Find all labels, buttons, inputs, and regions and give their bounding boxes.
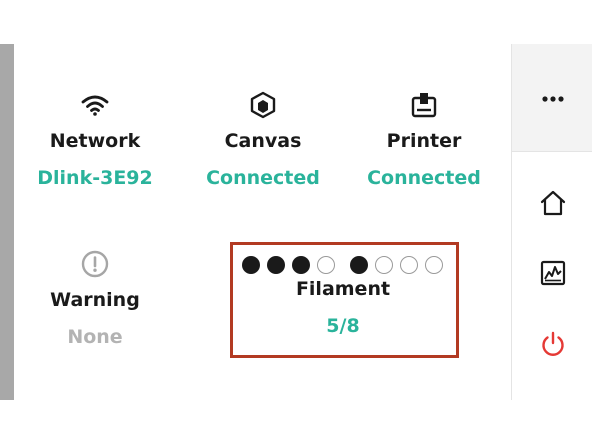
warning-value: None (67, 326, 123, 348)
power-button[interactable] (512, 323, 592, 369)
wifi-icon (15, 90, 175, 120)
status-panel: Network Dlink-3E92 Canvas Connected Prin… (14, 44, 511, 400)
canvas-value: Connected (206, 167, 320, 189)
filament-slot-dot (242, 256, 260, 274)
network-label: Network (49, 130, 141, 152)
canvas-tile[interactable]: Canvas Connected (183, 90, 343, 189)
side-rail (511, 44, 592, 400)
printer-value: Connected (367, 167, 481, 189)
home-icon (539, 190, 567, 220)
warning-tile[interactable]: Warning None (15, 249, 175, 348)
filament-slot-dot (425, 256, 443, 274)
printer-tile[interactable]: Printer Connected (344, 90, 504, 189)
home-button[interactable] (512, 182, 592, 228)
more-options-icon (541, 88, 565, 107)
activity-button[interactable] (512, 252, 592, 298)
filament-value: 5/8 (326, 315, 360, 337)
left-edge-bar (0, 44, 14, 400)
warning-label: Warning (50, 289, 140, 311)
canvas-cube-icon (183, 90, 343, 120)
network-tile[interactable]: Network Dlink-3E92 (15, 90, 175, 189)
printer-dashboard-screen: Network Dlink-3E92 Canvas Connected Prin… (0, 44, 592, 400)
warning-icon (15, 249, 175, 279)
filament-tile[interactable]: Filament 5/8 (263, 268, 423, 337)
canvas-label: Canvas (224, 130, 302, 152)
filament-label: Filament (295, 278, 391, 300)
printer-label: Printer (386, 130, 462, 152)
printer-icon (344, 90, 504, 120)
more-options-button[interactable] (512, 44, 592, 152)
activity-chart-icon (540, 260, 566, 290)
network-value: Dlink-3E92 (37, 167, 153, 189)
power-icon (539, 330, 567, 362)
